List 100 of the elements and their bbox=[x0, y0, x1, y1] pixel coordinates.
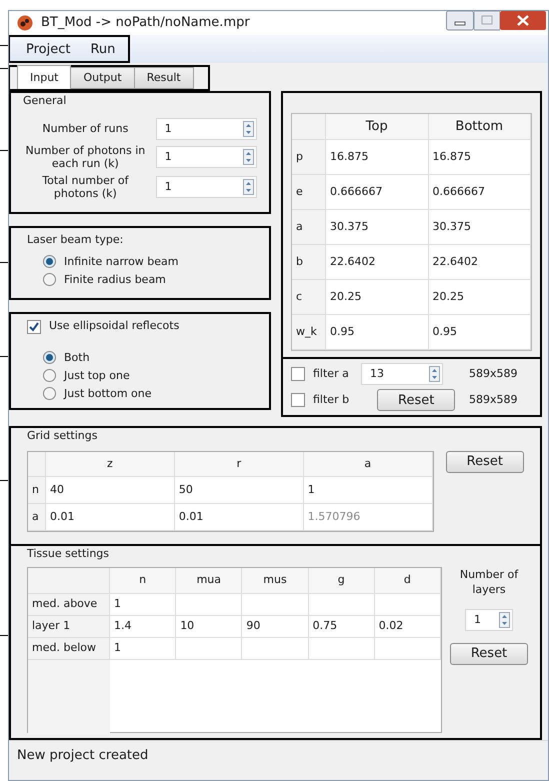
radio-button[interactable] bbox=[43, 351, 56, 364]
row-header: med. above bbox=[28, 594, 110, 616]
column-header: r bbox=[174, 452, 304, 477]
app-logo-icon bbox=[17, 15, 33, 32]
empty-cell bbox=[242, 594, 309, 616]
row-header: layer 1 bbox=[28, 616, 110, 638]
empty-cell bbox=[374, 638, 441, 660]
row-header: n bbox=[28, 476, 46, 504]
row-header: a bbox=[292, 210, 326, 246]
radio-button[interactable] bbox=[43, 369, 56, 382]
row-header: b bbox=[292, 245, 326, 280]
checkbox-label: filter a bbox=[313, 366, 349, 382]
column-header: a bbox=[304, 452, 433, 477]
spin-field[interactable]: 1 bbox=[465, 608, 513, 631]
row-header: c bbox=[292, 280, 326, 316]
close-icon[interactable] bbox=[500, 11, 546, 31]
reset-button[interactable]: Reset bbox=[446, 450, 524, 473]
table-cell: 16.875 bbox=[428, 140, 531, 176]
radio-label: Just top one bbox=[64, 368, 130, 384]
group-title: General bbox=[23, 93, 68, 110]
table-cell: 1 bbox=[304, 476, 433, 504]
radio-button[interactable] bbox=[43, 255, 56, 268]
table-cell: 30.375 bbox=[428, 210, 531, 246]
column-header: d bbox=[374, 568, 441, 594]
table-cell: 22.6402 bbox=[428, 245, 531, 280]
radio-label: Finite radius beam bbox=[64, 272, 166, 288]
group-title: Grid settings bbox=[27, 428, 98, 444]
table-cell: 0.02 bbox=[374, 616, 441, 638]
menu-item[interactable]: Project bbox=[26, 40, 70, 60]
status-bar: New project created bbox=[9, 740, 548, 770]
field-label: Number of runs bbox=[41, 122, 130, 136]
radio-button[interactable] bbox=[43, 387, 56, 400]
radio-label: Both bbox=[64, 350, 90, 366]
row-header: e bbox=[292, 175, 326, 210]
menu-item[interactable]: Run bbox=[90, 40, 116, 60]
field-label: Number of photons in each run (k) bbox=[24, 144, 146, 170]
checkbox[interactable] bbox=[291, 367, 305, 382]
reset-button[interactable]: Reset bbox=[377, 389, 456, 412]
radio-button[interactable] bbox=[43, 273, 56, 286]
spinner-arrows-icon[interactable] bbox=[499, 612, 510, 628]
table-cell: 1 bbox=[110, 594, 176, 616]
table-cell: 0.75 bbox=[308, 616, 375, 638]
column-header: Bottom bbox=[428, 114, 531, 140]
empty-cell bbox=[176, 638, 242, 660]
empty-cell bbox=[308, 638, 375, 660]
table-cell: 20.25 bbox=[326, 280, 428, 316]
empty-cell bbox=[242, 638, 309, 660]
row-header: med. below bbox=[28, 638, 110, 660]
spinner-arrows-icon[interactable] bbox=[243, 178, 254, 195]
checkbox[interactable] bbox=[291, 393, 305, 408]
table-cell: 0.01 bbox=[46, 504, 175, 531]
empty-cell bbox=[308, 594, 375, 616]
reset-button[interactable]: Reset bbox=[450, 642, 528, 665]
radio-label: Infinite narrow beam bbox=[64, 254, 179, 270]
spin-field[interactable]: 1 bbox=[156, 118, 257, 140]
table-cell: 40 bbox=[46, 476, 175, 504]
table-cell: 0.666667 bbox=[428, 175, 531, 210]
empty-cell bbox=[374, 594, 441, 616]
column-header: n bbox=[110, 568, 176, 594]
table-cell: 0.666667 bbox=[326, 175, 428, 210]
table-cell: 22.6402 bbox=[326, 245, 428, 280]
tab[interactable]: Result bbox=[134, 67, 194, 90]
spinner-arrows-icon[interactable] bbox=[243, 120, 254, 137]
table-cell: 0.95 bbox=[428, 315, 531, 350]
column-header: mus bbox=[242, 568, 309, 594]
spinner-arrows-icon[interactable] bbox=[243, 148, 254, 165]
spin-field[interactable]: 13 bbox=[361, 363, 443, 386]
table-cell: 0.01 bbox=[174, 504, 304, 531]
checkbox[interactable] bbox=[27, 320, 41, 334]
checkbox-label: filter b bbox=[313, 392, 350, 408]
tab[interactable]: Input bbox=[17, 65, 72, 90]
window-title: BT_Mod -> noPath/noName.mpr bbox=[41, 14, 250, 32]
table-cell: 16.875 bbox=[326, 140, 428, 176]
image-size: 589x589 bbox=[468, 392, 519, 408]
row-header: w_k bbox=[292, 315, 326, 350]
table-cell: 20.25 bbox=[428, 280, 531, 316]
field-label: Total number of photons (k) bbox=[41, 174, 130, 200]
table-cell: 1.4 bbox=[110, 616, 176, 638]
minimize-icon[interactable] bbox=[446, 11, 474, 31]
spin-field[interactable]: 1 bbox=[156, 176, 257, 198]
group-title: Tissue settings bbox=[27, 546, 110, 562]
spin-field[interactable]: 1 bbox=[156, 146, 257, 168]
image-size: 589x589 bbox=[468, 366, 519, 382]
table-cell: 1 bbox=[110, 638, 176, 660]
column-header: z bbox=[46, 452, 175, 477]
radio-label: Just bottom one bbox=[64, 386, 152, 402]
table-cell: 10 bbox=[176, 616, 242, 638]
tab[interactable]: Output bbox=[70, 67, 135, 90]
checkbox-label: Use ellipsoidal reflecots bbox=[49, 318, 180, 334]
table-cell: 90 bbox=[242, 616, 309, 638]
field-label: Number of layers bbox=[458, 566, 520, 597]
maximize-icon[interactable] bbox=[474, 11, 500, 31]
spinner-arrows-icon[interactable] bbox=[429, 366, 440, 382]
column-header: mua bbox=[176, 568, 242, 594]
table-cell: 1.570796 bbox=[304, 504, 433, 531]
table-cell: 50 bbox=[174, 476, 304, 504]
column-header: Top bbox=[326, 114, 428, 140]
table-cell: 0.95 bbox=[326, 315, 428, 350]
table-cell: 30.375 bbox=[326, 210, 428, 246]
group-title: Laser beam type: bbox=[27, 232, 124, 248]
